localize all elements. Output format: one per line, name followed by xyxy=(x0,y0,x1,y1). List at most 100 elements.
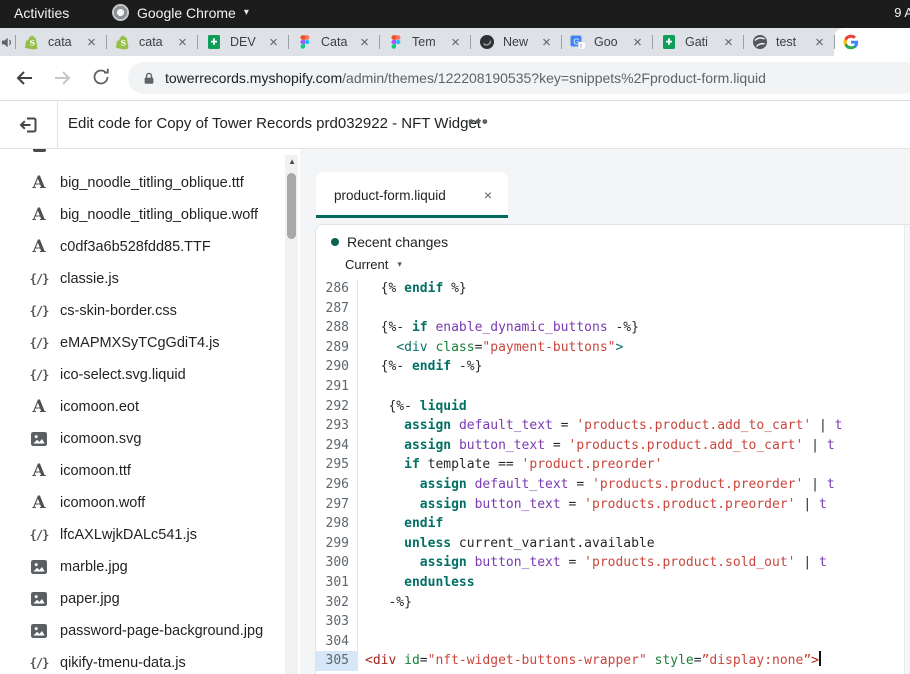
file-item[interactable]: {/}eMAPMXSyTCgGdiT4.js xyxy=(0,327,300,359)
file-name: big_noodle_titling_oblique.ttf xyxy=(60,175,244,191)
file-item[interactable]: {/}qikify-tmenu-data.js xyxy=(0,647,300,674)
line-number: 286 xyxy=(316,279,358,299)
code-line[interactable]: endunless xyxy=(358,573,475,593)
code-line-row: 300 assign button_text = 'products.produ… xyxy=(316,553,910,573)
reload-button[interactable] xyxy=(91,67,113,89)
code-line-row: 296 assign default_text = 'products.prod… xyxy=(316,475,910,495)
line-number: 302 xyxy=(316,593,358,613)
file-item[interactable]: icomoon.svg xyxy=(0,423,300,455)
code-line[interactable]: if template == 'product.preorder' xyxy=(358,455,662,475)
file-item[interactable]: password-page-background.jpg xyxy=(0,615,300,647)
file-item[interactable]: Abig_noodle_titling_oblique.ttf xyxy=(0,167,300,199)
code-line[interactable] xyxy=(358,377,365,397)
browser-tab[interactable]: test× xyxy=(743,28,834,56)
tab-close-icon[interactable]: × xyxy=(630,35,645,50)
code-line[interactable]: assign button_text = 'products.product.a… xyxy=(358,436,835,456)
file-item[interactable]: Aicomoon.eot xyxy=(0,391,300,423)
text-cursor xyxy=(819,651,821,666)
back-button[interactable] xyxy=(13,67,35,89)
tab-close-icon[interactable]: × xyxy=(175,35,190,50)
code-line[interactable]: unless current_variant.available xyxy=(358,534,655,554)
tab-close-icon[interactable]: × xyxy=(357,35,372,50)
code-line[interactable]: assign button_text = 'products.product.s… xyxy=(358,553,827,573)
code-line[interactable]: <div id="nft-widget-buttons-wrapper" sty… xyxy=(358,651,821,671)
version-dropdown[interactable]: Current ▾ xyxy=(345,257,448,272)
code-line[interactable]: {%- if enable_dynamic_buttons -%} xyxy=(358,318,639,338)
browser-tab[interactable]: GtGoo× xyxy=(561,28,652,56)
forward-button[interactable] xyxy=(52,67,74,89)
file-name: qikify-tmenu-data.js xyxy=(60,655,186,671)
code-line[interactable] xyxy=(358,632,365,652)
exit-code-editor-button[interactable] xyxy=(19,115,39,135)
app-menu[interactable]: Google Chrome ▾ xyxy=(112,4,249,21)
file-item[interactable]: Aicomoon.ttf xyxy=(0,455,300,487)
file-item[interactable]: paper.jpg xyxy=(0,583,300,615)
line-number: 304 xyxy=(316,632,358,652)
sidebar-scrollbar-thumb[interactable] xyxy=(287,173,296,239)
file-item[interactable]: Aicomoon.woff xyxy=(0,487,300,519)
code-line-row: 293 assign default_text = 'products.prod… xyxy=(316,416,910,436)
clock[interactable]: 9 A xyxy=(894,5,910,20)
close-icon[interactable]: × xyxy=(484,187,492,203)
browser-tab[interactable]: New× xyxy=(470,28,561,56)
scroll-up-arrow-icon[interactable]: ▲ xyxy=(288,157,296,166)
browser-tab[interactable]: Cata× xyxy=(288,28,379,56)
code-file-icon: {/} xyxy=(28,336,50,350)
code-line-row: 302 -%} xyxy=(316,593,910,613)
code-line[interactable]: assign default_text = 'products.product.… xyxy=(358,475,835,495)
code-area[interactable]: 286 {% endif %}287288 {%- if enable_dyna… xyxy=(316,279,910,671)
svg-text:S: S xyxy=(121,39,126,48)
code-line[interactable]: <div class="payment-buttons"> xyxy=(358,338,623,358)
image-file-icon xyxy=(28,432,50,446)
code-line[interactable]: assign button_text = 'products.product.p… xyxy=(358,495,827,515)
browser-tab[interactable]: Scata× xyxy=(106,28,197,56)
browser-tab[interactable]: DEV × xyxy=(197,28,288,56)
recent-changes-label: Recent changes xyxy=(347,234,448,250)
file-item[interactable]: {/}lfcAXLwjkDALc541.js xyxy=(0,519,300,551)
browser-tab[interactable]: Gati× xyxy=(652,28,743,56)
tab-close-icon[interactable]: × xyxy=(721,35,736,50)
address-bar[interactable]: towerrecords.myshopify.com/admin/themes/… xyxy=(128,62,910,94)
tab-close-icon[interactable]: × xyxy=(84,35,99,50)
file-name: lfcAXLwjkDALc541.js xyxy=(60,527,197,543)
file-item[interactable]: {/}classie.js xyxy=(0,263,300,295)
line-number: 299 xyxy=(316,534,358,554)
file-item[interactable]: Ac0df3a6b528fdd85.TTF xyxy=(0,231,300,263)
code-line[interactable]: {% endif %} xyxy=(358,279,467,299)
code-line[interactable]: endif xyxy=(358,514,443,534)
code-line-row: 291 xyxy=(316,377,910,397)
line-number: 287 xyxy=(316,299,358,319)
file-item[interactable]: marble.jpg xyxy=(0,551,300,583)
version-label: Current xyxy=(345,257,388,272)
code-line-row: 297 assign button_text = 'products.produ… xyxy=(316,495,910,515)
browser-tab[interactable]: Scata× xyxy=(15,28,106,56)
code-line[interactable] xyxy=(358,612,365,632)
browser-tab-label: DEV xyxy=(230,35,262,49)
code-line-row: 287 xyxy=(316,299,910,319)
tab-close-icon[interactable]: × xyxy=(539,35,554,50)
editor-scrollbar-track[interactable] xyxy=(904,225,910,674)
code-line[interactable]: {%- liquid xyxy=(358,397,467,417)
file-name: cs-skin-border.css xyxy=(60,303,177,319)
code-line[interactable]: {%- endif -%} xyxy=(358,357,482,377)
line-number: 300 xyxy=(316,553,358,573)
file-item[interactable]: {/}cs-skin-border.css xyxy=(0,295,300,327)
tab-close-icon[interactable]: × xyxy=(812,35,827,50)
code-line[interactable]: assign default_text = 'products.product.… xyxy=(358,416,842,436)
lock-icon[interactable] xyxy=(142,71,156,86)
code-line-row: 286 {% endif %} xyxy=(316,279,910,299)
overflow-menu-icon[interactable]: ••• xyxy=(468,112,489,132)
code-line[interactable] xyxy=(358,299,365,319)
code-line-row: 292 {%- liquid xyxy=(316,397,910,417)
editor-file-tab[interactable]: product-form.liquid × xyxy=(316,172,508,218)
code-line[interactable]: -%} xyxy=(358,593,412,613)
tab-close-icon[interactable]: × xyxy=(266,35,281,50)
font-file-icon: A xyxy=(28,399,50,416)
activities-button[interactable]: Activities xyxy=(14,5,69,21)
browser-tab[interactable]: Tem× xyxy=(379,28,470,56)
browser-tab[interactable] xyxy=(834,28,910,56)
code-file-icon: {/} xyxy=(28,368,50,382)
file-item[interactable]: {/}ico-select.svg.liquid xyxy=(0,359,300,391)
tab-close-icon[interactable]: × xyxy=(448,35,463,50)
file-item[interactable]: Abig_noodle_titling_oblique.woff xyxy=(0,199,300,231)
